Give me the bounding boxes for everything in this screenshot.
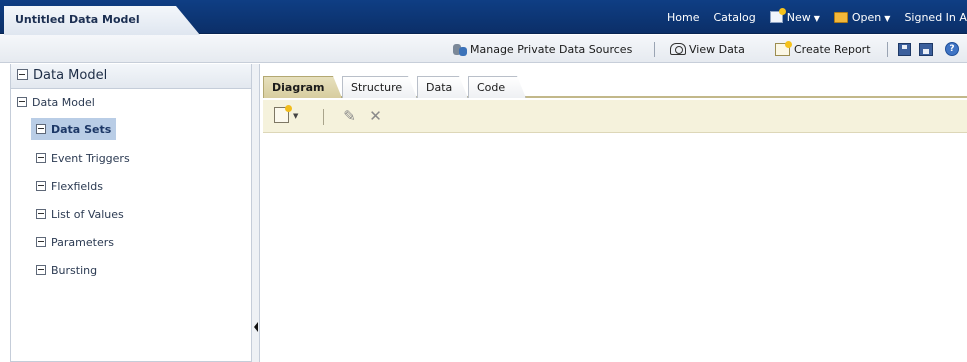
view-data-label: View Data (689, 42, 745, 56)
tree-item-label: Parameters (51, 235, 114, 249)
folder-icon (833, 11, 848, 23)
view-data-button[interactable]: View Data (670, 35, 745, 63)
manage-data-sources-label: Manage Private Data Sources (470, 42, 633, 56)
manage-data-sources-button[interactable]: Manage Private Data Sources (453, 35, 632, 63)
tab-diagram[interactable]: Diagram (263, 76, 342, 98)
new-icon (769, 7, 786, 23)
view-data-icon (670, 43, 686, 55)
document-tab[interactable]: Untitled Data Model (4, 6, 200, 35)
edit-icon[interactable]: ✎ (342, 108, 357, 124)
panel-splitter[interactable] (252, 64, 260, 362)
tab-label: Code (477, 81, 506, 94)
tab-label: Data (426, 81, 453, 94)
create-report-button[interactable]: Create Report (775, 35, 871, 63)
editor-area: Diagram Structure Data Code ▼ ✎ ✕ (260, 64, 967, 362)
chevron-down-icon: ▼ (884, 13, 891, 23)
collapse-icon[interactable] (36, 265, 46, 275)
tab-code[interactable]: Code (468, 76, 526, 98)
collapse-icon[interactable] (36, 124, 46, 134)
separator (887, 42, 888, 57)
panel-header[interactable]: Data Model (11, 64, 251, 89)
tree-item-label: Flexfields (51, 179, 103, 193)
diagram-canvas[interactable] (263, 134, 967, 362)
global-links: Home Catalog New ▼ Open ▼ Signed In As (660, 0, 967, 34)
create-report-label: Create Report (794, 42, 871, 56)
tree-item-data-sets[interactable]: Data Sets (31, 118, 117, 140)
home-link[interactable]: Home (660, 11, 706, 24)
editor-tabs: Diagram Structure Data Code (263, 76, 967, 98)
chevron-down-icon: ▼ (813, 13, 820, 23)
main-toolbar: Manage Private Data Sources View Data Cr… (0, 35, 967, 63)
tree-item-label: Data Model (32, 95, 95, 109)
delete-icon[interactable]: ✕ (368, 108, 383, 124)
document-title: Untitled Data Model (15, 13, 140, 26)
new-label: New (786, 10, 811, 24)
tree-item-event-triggers[interactable]: Event Triggers (31, 147, 135, 169)
tree-item-label: Event Triggers (51, 151, 130, 165)
tree-item-label: Bursting (51, 263, 98, 277)
diagram-toolbar: ▼ ✎ ✕ (263, 100, 967, 133)
tree-root-data-model[interactable]: Data Model (12, 91, 100, 113)
tree-item-list-of-values[interactable]: List of Values (31, 203, 129, 225)
tab-data[interactable]: Data (417, 76, 468, 98)
collapse-icon[interactable] (36, 237, 46, 247)
save-as-icon (919, 42, 933, 56)
new-menu[interactable]: New ▼ (763, 7, 827, 24)
tree-item-label: List of Values (51, 207, 124, 221)
save-as-button[interactable] (919, 35, 933, 63)
tab-structure[interactable]: Structure (342, 76, 417, 98)
catalog-link[interactable]: Catalog (706, 11, 762, 24)
tree-item-flexfields[interactable]: Flexfields (31, 175, 108, 197)
separator (654, 42, 655, 57)
separator (323, 109, 324, 125)
collapse-icon[interactable] (17, 69, 28, 80)
signed-in-menu[interactable]: Signed In As (897, 11, 967, 24)
chevron-down-icon[interactable]: ▼ (293, 112, 298, 120)
database-icon (453, 43, 467, 56)
create-report-icon (775, 40, 792, 56)
collapse-icon[interactable] (36, 181, 46, 191)
collapse-icon[interactable] (36, 209, 46, 219)
tab-label: Structure (351, 81, 403, 94)
open-menu[interactable]: Open ▼ (827, 11, 898, 24)
collapse-icon[interactable] (17, 97, 27, 107)
save-icon (898, 42, 911, 56)
collapse-icon[interactable] (36, 153, 46, 163)
tree-item-bursting[interactable]: Bursting (31, 259, 102, 281)
data-model-panel: Data Model Data Model Data Sets Event Tr… (10, 64, 252, 362)
tab-label: Diagram (272, 81, 325, 94)
tree-item-label: Data Sets (51, 122, 112, 136)
help-button[interactable]: ? (945, 35, 959, 63)
panel-title: Data Model (33, 68, 108, 83)
save-button[interactable] (898, 35, 911, 63)
tree-item-parameters[interactable]: Parameters (31, 231, 119, 253)
help-icon: ? (945, 42, 959, 56)
open-label: Open (851, 10, 882, 24)
new-data-set-icon[interactable] (274, 105, 292, 123)
global-header: Untitled Data Model Home Catalog New ▼ Op… (0, 0, 967, 35)
